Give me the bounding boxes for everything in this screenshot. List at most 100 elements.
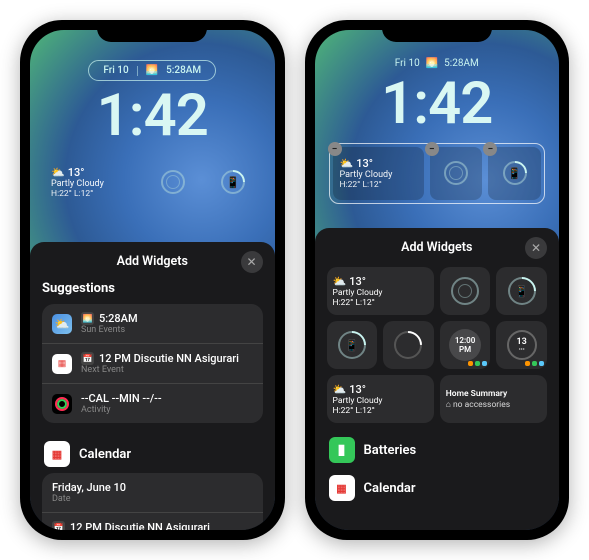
widget-grid: ⛅13° Partly Cloudy H:22° L:12° 12:0 [327, 267, 548, 423]
calendar-section-header[interactable]: ▦ Calendar [42, 435, 263, 473]
remove-button[interactable]: − [483, 142, 497, 156]
section-label: Batteries [364, 443, 417, 458]
date-circle-icon: 13⋯ [507, 330, 537, 360]
weather-widget[interactable]: ⛅13° Partly Cloudy H:22° L:12° [44, 155, 139, 210]
home-title: Home Summary [446, 389, 541, 399]
temp-value: 13° [356, 157, 373, 170]
rings-widget[interactable] [145, 155, 200, 210]
battery-widget-edit[interactable]: − [488, 147, 541, 200]
widget-row: ⛅13° Partly Cloudy H:22° L:12° [44, 155, 261, 210]
weather-highlow: H:22° L:12° [340, 180, 417, 190]
rings-widget-preview[interactable] [440, 267, 491, 315]
battery-widget-preview[interactable] [496, 267, 547, 315]
sunrise-icon: 🌅 [146, 65, 158, 76]
date-label: Fri 10 [103, 65, 128, 76]
weather-highlow: H:22° L:12° [51, 189, 132, 199]
phone-left: Fri 10 🌅 5:28AM 1:42 ⛅13° Partly Cloudy … [20, 20, 285, 540]
clock-time: 1:42 [329, 75, 546, 133]
weather-widget-edit[interactable]: − ⛅13° Partly Cloudy H:22° L:12° [333, 147, 424, 200]
date-pill[interactable]: Fri 10 🌅 5:28AM [88, 60, 216, 81]
add-widgets-sheet: Add Widgets ✕ Suggestions ⛅ 🌅 5:28AM Sun … [30, 242, 275, 530]
battery-icon [503, 161, 527, 185]
close-button[interactable]: ✕ [525, 237, 547, 259]
row-main: 12 PM Discutie NN Asigurari [70, 521, 210, 530]
rings-widget-edit[interactable]: − [430, 147, 483, 200]
sunrise-mini-icon: 🌅 [81, 312, 94, 325]
widget-row-editing[interactable]: − ⛅13° Partly Cloudy H:22° L:12° − − [329, 143, 546, 204]
batteries-section[interactable]: ▮ Batteries [327, 431, 548, 469]
temp-value: 13° [349, 383, 366, 396]
row-sub: Date [52, 494, 253, 504]
screen: Fri 10 🌅 5:28AM 1:42 ⛅13° Partly Cloudy … [30, 30, 275, 530]
calendar-mini-icon: 📅 [52, 521, 65, 530]
screen: Fri 10 🌅 5:28AM 1:42 − ⛅13° Partly Cloud… [315, 30, 560, 530]
rings-icon [161, 170, 185, 194]
fitness-app-icon [52, 394, 72, 414]
clock-face: 12:00 PM [449, 329, 481, 361]
weather-app-icon: ⛅ [52, 314, 72, 334]
calendar-widget-row[interactable]: 📅12 PM Discutie NN Asigurari Next Event [42, 513, 263, 530]
section-label: Calendar [364, 481, 416, 496]
date-line: Fri 10 🌅 5:28AM [329, 58, 546, 69]
calendar-widget-row[interactable]: Friday, June 10 Date [42, 473, 263, 513]
calendar-app-icon: ▦ [44, 441, 70, 467]
sunrise-time: 5:28AM [444, 58, 479, 69]
section-label: Calendar [79, 447, 131, 462]
home-sub: ⌂ no accessories [446, 399, 541, 410]
battery-icon [338, 331, 366, 359]
sunrise-time: 5:28AM [166, 65, 201, 76]
calendar-app-icon: ▦ [52, 354, 72, 374]
batteries-app-icon: ▮ [329, 437, 355, 463]
remove-button[interactable]: − [425, 142, 439, 156]
condition: Partly Cloudy [333, 396, 428, 406]
battery-widget[interactable] [206, 155, 261, 210]
sheet-header: Add Widgets ✕ [42, 254, 263, 269]
row-main: Friday, June 10 [52, 481, 253, 494]
calendar-app-icon: ▦ [329, 475, 355, 501]
add-widgets-sheet: Add Widgets ✕ ⛅13° Partly Cloudy H:22° L… [315, 228, 560, 530]
suggestion-main: --CAL --MIN --/-- [81, 392, 162, 405]
weather-condition: Partly Cloudy [340, 170, 417, 180]
calendar-widgets-box: Friday, June 10 Date 📅 12 PM Discutie NN … [42, 473, 263, 530]
suggestion-sub: Activity [81, 405, 253, 415]
rings-icon [444, 161, 468, 185]
close-button[interactable]: ✕ [241, 251, 263, 273]
home-widget-preview[interactable]: Home Summary ⌂ no accessories [440, 375, 547, 423]
weather-widget-preview[interactable]: ⛅13° Partly Cloudy H:22° L:12° [327, 267, 434, 315]
remove-button[interactable]: − [328, 142, 342, 156]
temp-value: 13° [68, 166, 85, 179]
date-widget-preview[interactable]: 13⋯ [496, 321, 547, 369]
battery-gauge-preview[interactable] [327, 321, 378, 369]
clock-time: 1:42 [44, 87, 261, 145]
lockscreen-header: Fri 10 🌅 5:28AM 1:42 [315, 30, 560, 133]
suggestion-sub: Next Event [81, 365, 253, 375]
weather-icon: ⛅ [340, 157, 354, 170]
phone-right: Fri 10 🌅 5:28AM 1:42 − ⛅13° Partly Cloud… [305, 20, 570, 540]
weather-widget-preview-2[interactable]: ⛅13° Partly Cloudy H:22° L:12° [327, 375, 434, 423]
highlow: H:22° L:12° [333, 406, 428, 416]
suggestions-heading: Suggestions [42, 281, 263, 296]
notch [97, 20, 207, 42]
suggestion-main: 12 PM Discutie NN Asigurari [99, 352, 239, 365]
condition: Partly Cloudy [333, 288, 428, 298]
battery-icon [221, 170, 245, 194]
suggestion-main: 5:28AM [99, 312, 138, 325]
sheet-title: Add Widgets [401, 240, 472, 255]
suggestions-box: ⛅ 🌅 5:28AM Sun Events ▦ 📅 12 PM Discutie N… [42, 304, 263, 423]
battery-icon [508, 277, 536, 305]
weather-condition: Partly Cloudy [51, 179, 132, 189]
suggestion-row[interactable]: --CAL --MIN --/-- Activity [42, 384, 263, 423]
suggestion-row[interactable]: ⛅ 🌅 5:28AM Sun Events [42, 304, 263, 344]
gauge-widget-preview[interactable] [383, 321, 434, 369]
sheet-header: Add Widgets ✕ [327, 240, 548, 255]
clock-widget-preview[interactable]: 12:00 PM [440, 321, 491, 369]
calendar-section[interactable]: ▦ Calendar [327, 469, 548, 507]
gauge-icon [389, 325, 429, 365]
lockscreen-header: Fri 10 🌅 5:28AM 1:42 [30, 30, 275, 145]
highlow: H:22° L:12° [333, 298, 428, 308]
calendar-mini-icon: 📅 [81, 352, 94, 365]
suggestion-sub: Sun Events [81, 325, 253, 335]
suggestion-row[interactable]: ▦ 📅 12 PM Discutie NN Asigurari Next Even… [42, 344, 263, 384]
temp-value: 13° [349, 275, 366, 288]
rings-icon [451, 277, 479, 305]
